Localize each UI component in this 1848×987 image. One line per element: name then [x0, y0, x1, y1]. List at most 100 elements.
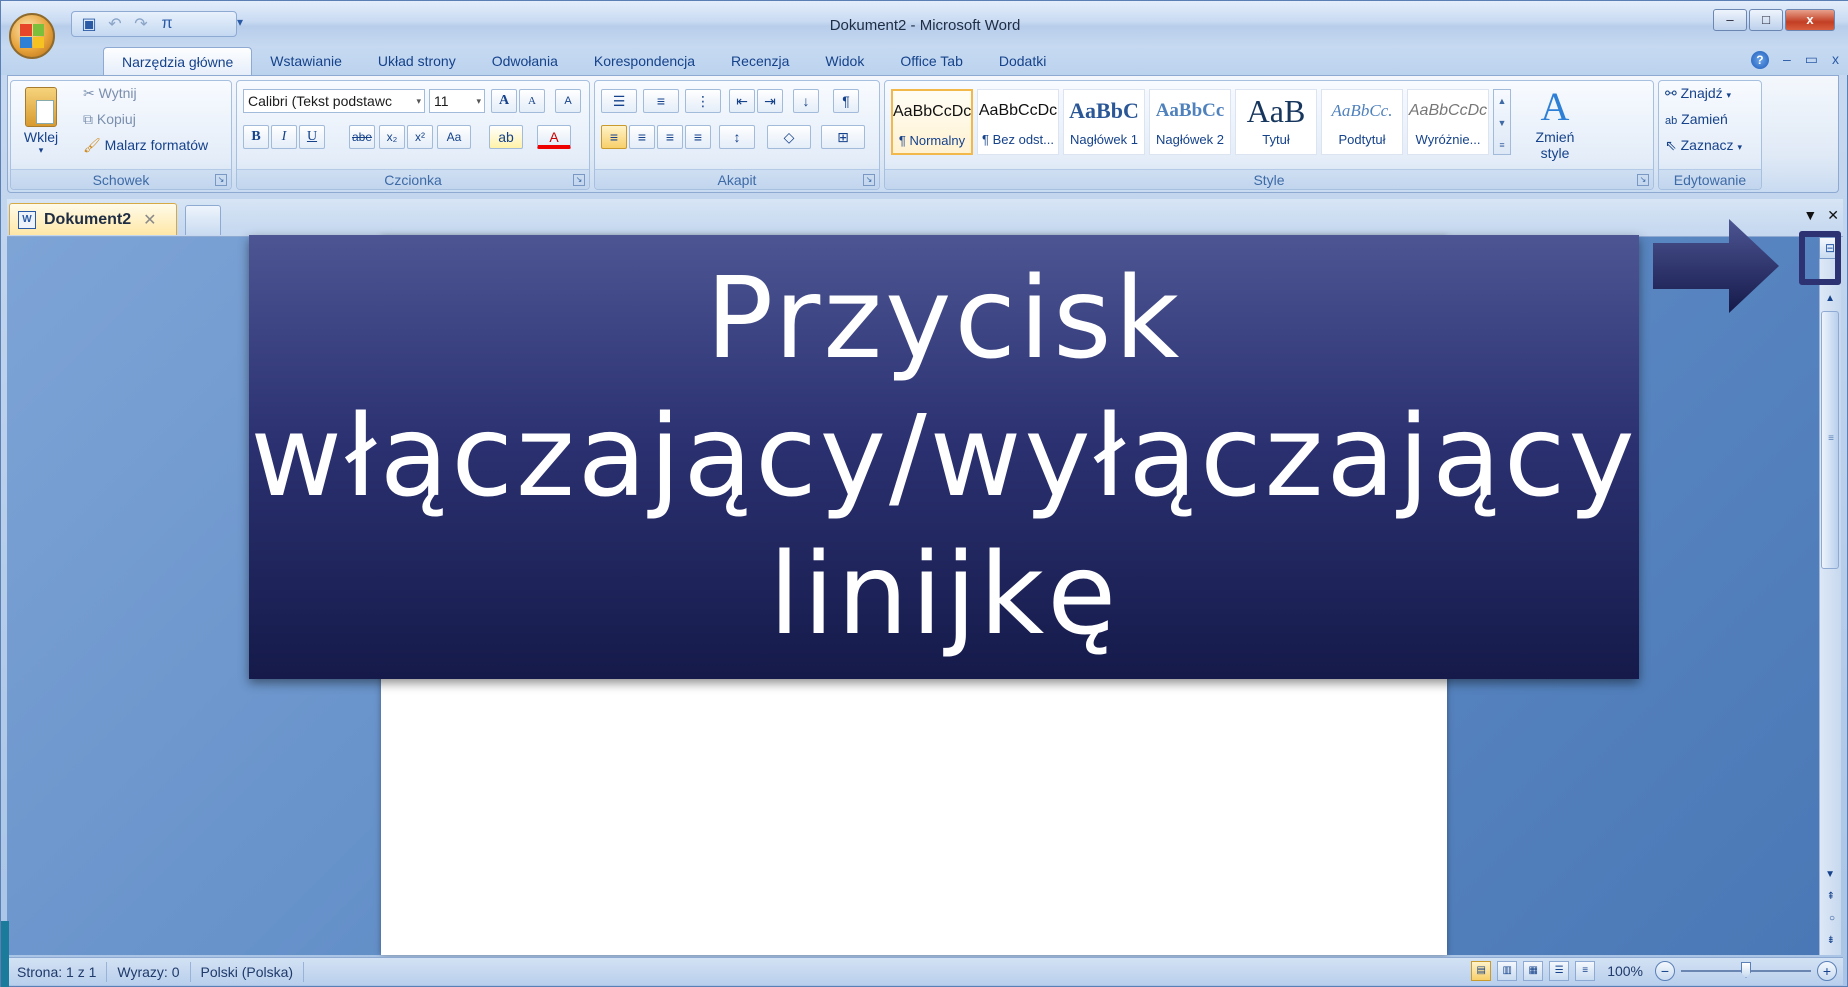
font-launcher-icon[interactable]: ↘	[573, 174, 585, 186]
status-language[interactable]: Polski (Polska)	[191, 961, 305, 982]
close-button[interactable]: x	[1785, 9, 1835, 31]
scroll-down-icon[interactable]: ▼	[1825, 869, 1835, 880]
style-heading-2[interactable]: AaBbCc Nagłówek 2	[1149, 89, 1231, 155]
style-sample: AaB	[1246, 93, 1306, 129]
close-doc-icon[interactable]: ✕	[1827, 207, 1839, 224]
tab-mailings[interactable]: Korespondencja	[576, 47, 713, 75]
bold-button[interactable]: B	[243, 125, 269, 149]
align-center-icon[interactable]: ≡	[629, 125, 655, 149]
strikethrough-button[interactable]: abe	[349, 125, 375, 149]
style-sample: AaBbCc	[1155, 100, 1225, 121]
bullets-icon[interactable]: ☰	[601, 89, 637, 113]
style-sample: AaBbCcDc	[978, 102, 1058, 119]
close-tab-icon[interactable]: ✕	[143, 210, 156, 230]
tab-references[interactable]: Odwołania	[474, 47, 576, 75]
group-clipboard: Wklej ▾ ✂ Wytnij ⧉ Kopiuj 🖌 Malarz forma…	[10, 80, 232, 190]
numbering-icon[interactable]: ≡	[643, 89, 679, 113]
group-font: Calibri (Tekst podstawc ▾ 11 ▾ A A A B I…	[236, 80, 590, 190]
maximize-button[interactable]: □	[1749, 9, 1783, 31]
status-words[interactable]: Wyrazy: 0	[107, 961, 191, 982]
draft-view-icon[interactable]: ≡	[1575, 961, 1596, 981]
status-page[interactable]: Strona: 1 z 1	[7, 961, 108, 982]
style-heading-1[interactable]: AaBbC Nagłówek 1	[1063, 89, 1145, 155]
shrink-font-icon[interactable]: A	[519, 89, 545, 113]
ribbon-close-button[interactable]: x	[1832, 51, 1839, 69]
subscript-button[interactable]: x₂	[379, 125, 405, 149]
copy-icon: ⧉	[83, 111, 93, 127]
paste-button[interactable]: Wklej ▾	[21, 87, 61, 156]
zoom-level[interactable]: 100%	[1607, 963, 1643, 979]
change-case-button[interactable]: Aa	[437, 125, 471, 149]
office-button[interactable]	[9, 13, 55, 59]
font-name-combo[interactable]: Calibri (Tekst podstawc ▾	[243, 89, 425, 113]
tabs-right-controls: ? – ▭ x	[1750, 51, 1839, 69]
ribbon-restore-button[interactable]: ▭	[1805, 51, 1818, 69]
styles-launcher-icon[interactable]: ↘	[1637, 174, 1649, 186]
chevron-down-icon: ▾	[476, 96, 481, 106]
tab-insert[interactable]: Wstawianie	[252, 47, 360, 75]
outline-view-icon[interactable]: ☰	[1549, 961, 1570, 981]
web-layout-icon[interactable]: ▦	[1523, 961, 1544, 981]
find-button[interactable]: ⚯ Znajdź ▾	[1665, 85, 1731, 102]
word-window: ▣ ↶ ↷ π ▾ Dokument2 - Microsoft Word – □…	[0, 0, 1848, 987]
style-normal[interactable]: AaBbCcDc ¶ Normalny	[891, 89, 973, 155]
zoom-knob[interactable]	[1741, 962, 1751, 978]
zoom-slider[interactable]	[1681, 962, 1811, 978]
tab-review[interactable]: Recenzja	[713, 47, 807, 75]
styles-scroll[interactable]: ▲ ▼ ≡	[1493, 89, 1511, 155]
help-icon[interactable]: ?	[1750, 51, 1769, 69]
cut-button[interactable]: ✂ Wytnij	[83, 85, 137, 102]
borders-icon[interactable]: ⊞	[821, 125, 865, 149]
style-subtitle[interactable]: AaBbCc. Podtytuł	[1321, 89, 1403, 155]
clear-format-icon[interactable]: A	[555, 89, 581, 113]
tab-addins[interactable]: Dodatki	[981, 47, 1064, 75]
replace-button[interactable]: ab Zamień	[1665, 111, 1728, 127]
font-size-combo[interactable]: 11 ▾	[429, 89, 485, 113]
align-right-icon[interactable]: ≡	[657, 125, 683, 149]
font-color-icon[interactable]: A	[537, 125, 571, 149]
tab-home[interactable]: Narzędzia główne	[103, 47, 253, 75]
zoom-out-button[interactable]: −	[1655, 961, 1675, 981]
line-spacing-icon[interactable]: ↕	[719, 125, 755, 149]
style-name: Tytuł	[1262, 132, 1290, 147]
tab-view[interactable]: Widok	[807, 47, 882, 75]
decrease-indent-icon[interactable]: ⇤	[729, 89, 755, 113]
highlight-color-icon[interactable]: ab	[489, 125, 523, 149]
style-title[interactable]: AaB Tytuł	[1235, 89, 1317, 155]
multilevel-list-icon[interactable]: ⋮	[685, 89, 721, 113]
show-marks-icon[interactable]: ¶	[833, 89, 859, 113]
doc-tab-active[interactable]: W Dokument2 ✕	[9, 203, 177, 235]
next-page-icon[interactable]: ⇟	[1827, 935, 1835, 946]
format-painter-button[interactable]: 🖌 Malarz formatów	[83, 137, 208, 154]
style-no-spacing[interactable]: AaBbCcDc ¶ Bez odst...	[977, 89, 1059, 155]
italic-button[interactable]: I	[271, 125, 297, 149]
shading-icon[interactable]: ◇	[767, 125, 811, 149]
tab-menu-icon[interactable]: ▼	[1803, 207, 1817, 224]
superscript-button[interactable]: x²	[407, 125, 433, 149]
browse-object-icon[interactable]: ○	[1829, 913, 1835, 924]
zoom-in-button[interactable]: +	[1817, 961, 1837, 981]
tab-page-layout[interactable]: Układ strony	[360, 47, 474, 75]
align-left-icon[interactable]: ≡	[601, 125, 627, 149]
full-screen-reading-icon[interactable]: ▥	[1497, 961, 1518, 981]
grow-font-icon[interactable]: A	[491, 89, 517, 113]
sort-icon[interactable]: ↓	[793, 89, 819, 113]
copy-button[interactable]: ⧉ Kopiuj	[83, 111, 136, 128]
tab-office-tab[interactable]: Office Tab	[882, 47, 981, 75]
change-styles-button[interactable]: A Zmień style	[1525, 85, 1585, 162]
ribbon-minimize-button[interactable]: –	[1783, 51, 1791, 69]
group-editing: ⚯ Znajdź ▾ ab Zamień ⇖ Zaznacz ▾ Edytowa…	[1658, 80, 1762, 190]
scroll-up-icon[interactable]: ▲	[1825, 293, 1835, 304]
new-tab-button[interactable]	[185, 205, 221, 235]
minimize-button[interactable]: –	[1713, 9, 1747, 31]
print-layout-icon[interactable]: ▤	[1471, 961, 1492, 981]
justify-icon[interactable]: ≡	[685, 125, 711, 149]
group-label-editing: Edytowanie	[1659, 169, 1761, 189]
underline-button[interactable]: U	[299, 125, 325, 149]
clipboard-launcher-icon[interactable]: ↘	[215, 174, 227, 186]
style-emphasis[interactable]: AaBbCcDc Wyróżnie...	[1407, 89, 1489, 155]
paragraph-launcher-icon[interactable]: ↘	[863, 174, 875, 186]
increase-indent-icon[interactable]: ⇥	[757, 89, 783, 113]
select-button[interactable]: ⇖ Zaznacz ▾	[1665, 137, 1742, 154]
previous-page-icon[interactable]: ⇞	[1827, 891, 1835, 902]
